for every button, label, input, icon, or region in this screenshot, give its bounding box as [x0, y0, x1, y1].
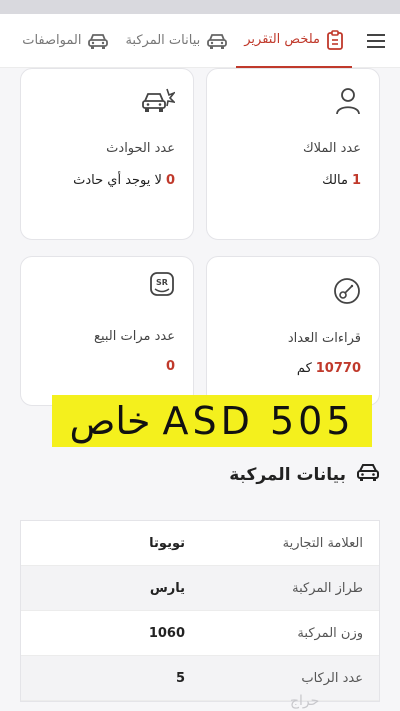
tab-label: ملخص التقرير — [244, 32, 320, 47]
tab-label: المواصفات — [22, 33, 82, 48]
tab-report-summary[interactable]: ملخص التقرير — [236, 14, 352, 68]
watermark: حراج — [290, 693, 320, 709]
card-value: 0لا يوجد أي حادث — [73, 173, 175, 188]
top-tab-bar: ملخص التقرير بيانات المركبة المواصفات — [0, 14, 400, 68]
row-key: طراز المركبة — [292, 580, 363, 596]
vehicle-data-table: العلامة التجارية تويوتا طراز المركبة يار… — [20, 520, 380, 702]
svg-text:SR: SR — [156, 278, 168, 287]
tab-label: بيانات المركبة — [125, 33, 201, 48]
card-unit: كم — [296, 361, 312, 376]
sr-badge-icon: SR — [149, 271, 175, 301]
card-unit: مالك — [322, 173, 348, 188]
card-label: عدد مرات البيع — [94, 329, 175, 344]
card-label: عدد الحوادث — [106, 141, 175, 156]
card-sales-count: SR عدد مرات البيع 0 — [20, 256, 194, 406]
card-number: 10770 — [315, 361, 361, 376]
card-value: 1مالك — [322, 173, 361, 188]
menu-button[interactable] — [352, 14, 400, 68]
car-front-icon — [87, 32, 109, 50]
tab-vehicle-data[interactable]: بيانات المركبة — [117, 14, 236, 68]
row-value: يارس — [149, 580, 185, 596]
table-row: العلامة التجارية تويوتا — [21, 521, 379, 566]
car-front-icon — [356, 462, 380, 487]
table-row: طراز المركبة يارس — [21, 566, 379, 611]
row-key: وزن المركبة — [297, 625, 363, 641]
report-clipboard-icon — [326, 29, 344, 50]
card-label: قراءات العداد — [287, 331, 361, 346]
person-icon — [335, 87, 361, 119]
card-value: 10770كم — [297, 361, 361, 376]
table-row: عدد الركاب 5 — [21, 656, 379, 701]
row-value: تويوتا — [149, 535, 185, 551]
status-strip — [0, 0, 400, 14]
card-unit: لا يوجد أي حادث — [73, 173, 162, 188]
hamburger-menu-icon — [367, 33, 385, 48]
row-value: 5 — [175, 670, 185, 686]
license-plate-overlay: خاص ASD 505 — [52, 395, 372, 447]
card-number: 1 — [351, 173, 361, 188]
row-key: العلامة التجارية — [282, 535, 363, 551]
card-accidents-count: عدد الحوادث 0لا يوجد أي حادث — [20, 68, 194, 240]
tab-specifications[interactable]: المواصفات — [14, 14, 117, 68]
card-number: 0 — [165, 173, 175, 188]
section-title: بيانات المركبة — [229, 464, 346, 485]
row-value: 1060 — [148, 625, 185, 641]
card-number: 0 — [165, 359, 175, 374]
card-owners-count: عدد الملاك 1مالك — [206, 68, 380, 240]
card-odometer: قراءات العداد 10770كم — [206, 256, 380, 406]
table-row: وزن المركبة 1060 — [21, 611, 379, 656]
tab-list: ملخص التقرير بيانات المركبة المواصفات — [0, 14, 352, 68]
car-crash-icon — [141, 87, 177, 119]
odometer-icon — [333, 277, 361, 309]
row-key: عدد الركاب — [301, 670, 363, 686]
car-front-icon — [206, 32, 228, 50]
vehicle-section-header: بيانات المركبة — [229, 462, 380, 487]
card-value: 0 — [162, 359, 175, 374]
card-label: عدد الملاك — [302, 141, 361, 156]
